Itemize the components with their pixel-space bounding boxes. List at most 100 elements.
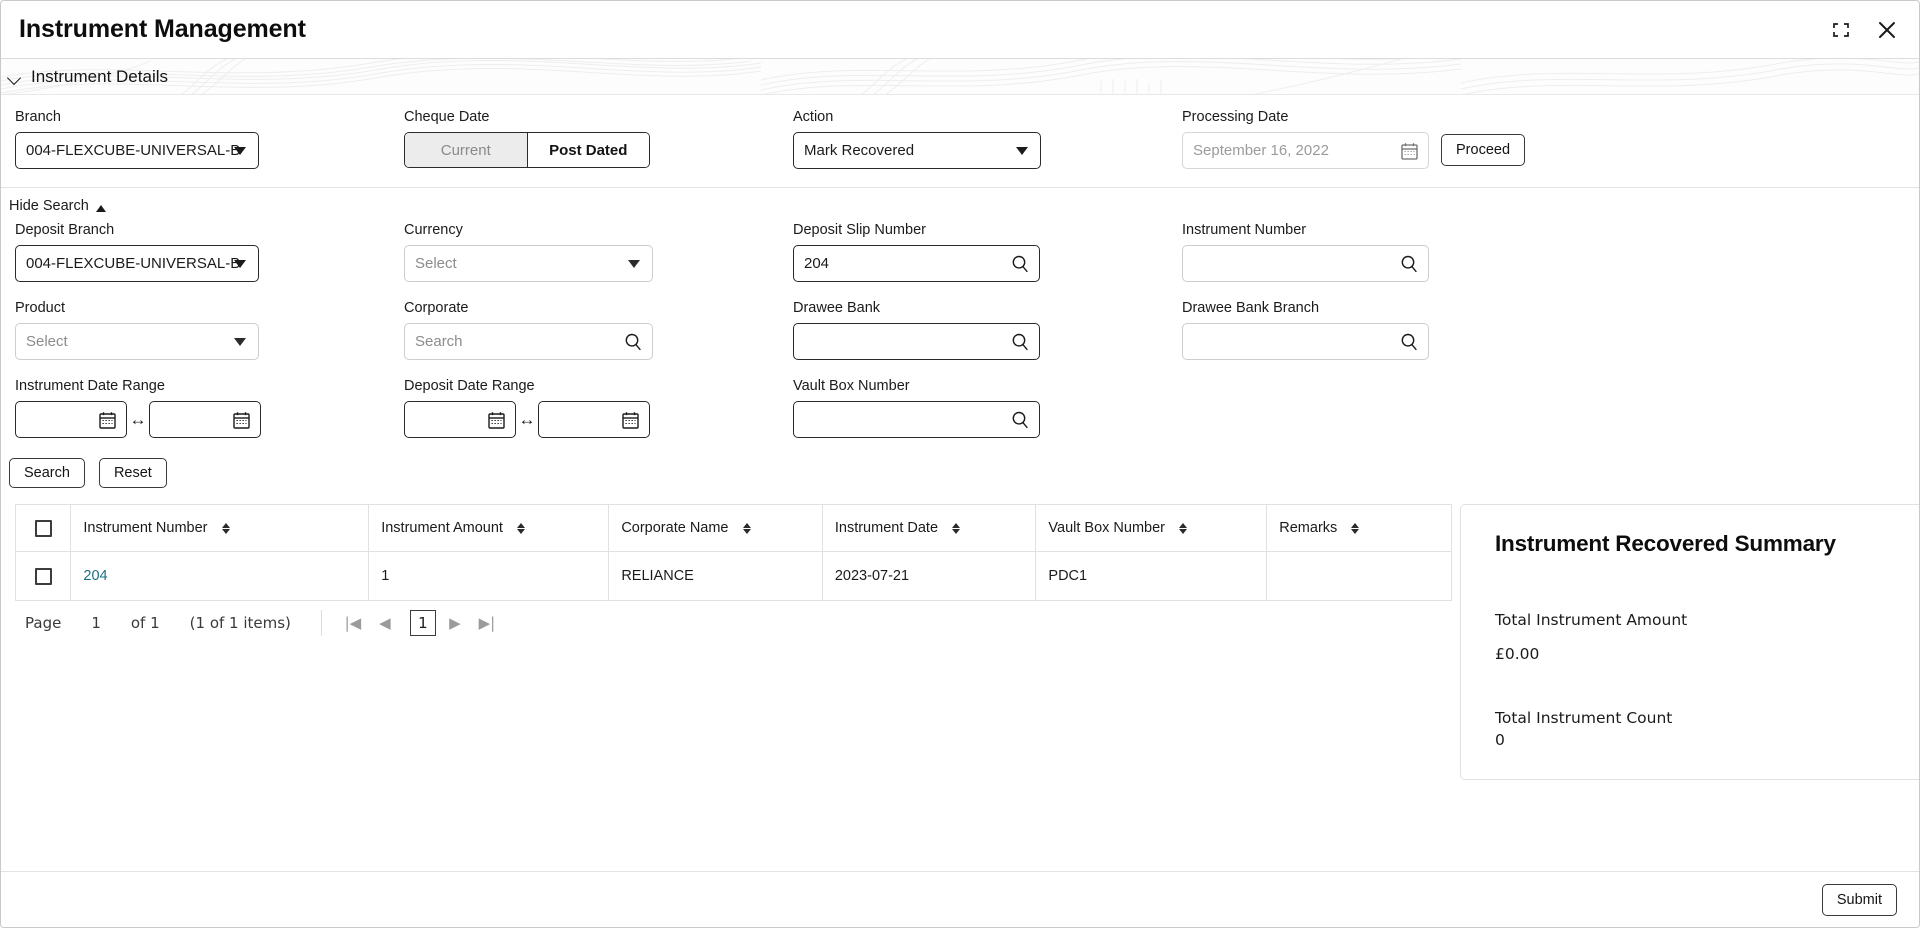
product-value: Select bbox=[26, 333, 68, 350]
column-header-instrument-date[interactable]: Instrument Date bbox=[821, 504, 1037, 552]
results-area: Instrument Number Instrument Amount Corp… bbox=[1, 504, 1919, 780]
sort-icon[interactable] bbox=[1351, 522, 1360, 534]
column-header-vault-box-number[interactable]: Vault Box Number bbox=[1035, 504, 1268, 552]
instrument-date-range-controls: ↔ bbox=[15, 401, 396, 438]
range-separator-icon: ↔ bbox=[518, 410, 536, 429]
currency-select[interactable]: Select bbox=[404, 245, 653, 282]
deposit-slip-number-value: 204 bbox=[804, 255, 830, 272]
cheque-date-label: Cheque Date bbox=[404, 109, 490, 125]
search-icon[interactable] bbox=[1010, 410, 1030, 430]
column-label: Corporate Name bbox=[621, 520, 729, 536]
search-icon[interactable] bbox=[1010, 254, 1030, 274]
product-select[interactable]: Select bbox=[15, 323, 259, 360]
first-page-button[interactable]: |◀ bbox=[340, 610, 366, 636]
cheque-date-option-current[interactable]: Current bbox=[405, 133, 528, 167]
column-label: Remarks bbox=[1279, 520, 1338, 536]
calendar-icon[interactable] bbox=[1400, 141, 1419, 160]
processing-date-value: September 16, 2022 bbox=[1193, 142, 1329, 159]
cell-instrument-amount: 1 bbox=[368, 551, 610, 601]
close-icon[interactable] bbox=[1875, 18, 1899, 42]
instrument-management-window: Instrument Management Instrument Details… bbox=[0, 0, 1920, 928]
window-titlebar: Instrument Management bbox=[1, 1, 1919, 59]
collapse-icon[interactable] bbox=[1829, 18, 1853, 42]
column-header-remarks[interactable]: Remarks bbox=[1266, 504, 1452, 552]
vault-box-number-input[interactable] bbox=[793, 401, 1040, 438]
search-row-2: Product Select Corporate Search Drawee B… bbox=[15, 300, 1905, 360]
proceed-button[interactable]: Proceed bbox=[1441, 134, 1526, 166]
cell-vault-box-number: PDC1 bbox=[1035, 551, 1268, 601]
instrument-details-section-header[interactable]: Instrument Details bbox=[1, 59, 1919, 95]
drawee-bank-branch-label: Drawee Bank Branch bbox=[1182, 300, 1320, 316]
search-row-1: Deposit Branch 004-FLEXCUBE-UNIVERSAL-B … bbox=[15, 222, 1905, 282]
action-value: Mark Recovered bbox=[804, 142, 915, 159]
deposit-date-to-input[interactable] bbox=[538, 401, 650, 438]
hide-search-toggle[interactable]: Hide Search bbox=[1, 188, 106, 220]
next-page-button[interactable]: ▶ bbox=[442, 610, 468, 636]
sort-icon[interactable] bbox=[1179, 522, 1187, 534]
search-icon[interactable] bbox=[1399, 254, 1419, 274]
sort-icon[interactable] bbox=[952, 522, 961, 534]
summary-total-count-block: Total Instrument Count 0 bbox=[1495, 709, 1895, 749]
column-label: Instrument Date bbox=[834, 520, 939, 536]
instruments-table: Instrument Number Instrument Amount Corp… bbox=[14, 504, 1452, 601]
instrument-date-from-input[interactable] bbox=[15, 401, 127, 438]
search-icon[interactable] bbox=[623, 332, 643, 352]
drawee-bank-branch-input[interactable] bbox=[1182, 323, 1429, 360]
column-header-corporate-name[interactable]: Corporate Name bbox=[608, 504, 823, 552]
window-footer: Submit bbox=[1, 871, 1919, 927]
column-header-instrument-number[interactable]: Instrument Number bbox=[70, 504, 370, 552]
calendar-icon[interactable] bbox=[487, 410, 506, 429]
deposit-date-from-input[interactable] bbox=[404, 401, 516, 438]
calendar-icon[interactable] bbox=[98, 410, 117, 429]
instrument-recovered-summary-card: Instrument Recovered Summary Total Instr… bbox=[1460, 504, 1919, 780]
deposit-slip-number-label: Deposit Slip Number bbox=[793, 222, 926, 238]
sort-icon[interactable] bbox=[221, 522, 230, 534]
calendar-icon[interactable] bbox=[621, 410, 640, 429]
branch-select[interactable]: 004-FLEXCUBE-UNIVERSAL-B bbox=[15, 132, 259, 169]
table-header-row: Instrument Number Instrument Amount Corp… bbox=[14, 504, 1452, 552]
cell-remarks bbox=[1266, 551, 1452, 601]
instrument-number-link[interactable]: 204 bbox=[83, 568, 107, 584]
action-select[interactable]: Mark Recovered bbox=[793, 132, 1041, 169]
instruments-table-wrapper: Instrument Number Instrument Amount Corp… bbox=[14, 504, 1452, 645]
instrument-number-label: Instrument Number bbox=[1182, 222, 1307, 238]
calendar-icon[interactable] bbox=[232, 410, 251, 429]
search-form: Deposit Branch 004-FLEXCUBE-UNIVERSAL-B … bbox=[1, 220, 1919, 438]
row-checkbox[interactable] bbox=[34, 567, 52, 585]
wave-pattern-background bbox=[1, 59, 1919, 94]
submit-button[interactable]: Submit bbox=[1821, 883, 1897, 916]
sort-icon[interactable] bbox=[742, 522, 751, 534]
search-icon[interactable] bbox=[1010, 332, 1030, 352]
page-title: Instrument Management bbox=[19, 15, 306, 43]
processing-date-field-group: Processing Date September 16, 2022 Proce… bbox=[1182, 109, 1571, 169]
select-all-checkbox[interactable] bbox=[34, 519, 52, 537]
page-number: 1 bbox=[91, 614, 101, 632]
items-count: (1 of 1 items) bbox=[189, 614, 291, 632]
processing-date-input[interactable]: September 16, 2022 bbox=[1182, 132, 1429, 169]
total-instrument-count-value: 0 bbox=[1495, 731, 1505, 749]
corporate-input[interactable]: Search bbox=[404, 323, 653, 360]
search-row-3: Instrument Date Range ↔ Deposit Date Ran… bbox=[15, 378, 1905, 438]
instrument-number-input[interactable] bbox=[1182, 245, 1429, 282]
table-row[interactable]: 204 1 RELIANCE 2023-07-21 PDC1 bbox=[14, 551, 1452, 601]
search-icon[interactable] bbox=[1399, 332, 1419, 352]
column-header-instrument-amount[interactable]: Instrument Amount bbox=[368, 504, 610, 552]
deposit-branch-select[interactable]: 004-FLEXCUBE-UNIVERSAL-B bbox=[15, 245, 259, 282]
branch-value: 004-FLEXCUBE-UNIVERSAL-B bbox=[26, 142, 241, 159]
search-button[interactable]: Search bbox=[9, 458, 85, 488]
reset-button[interactable]: Reset bbox=[98, 458, 167, 488]
sort-icon[interactable] bbox=[516, 522, 525, 534]
last-page-button[interactable]: ▶| bbox=[474, 610, 500, 636]
instrument-date-to-input[interactable] bbox=[149, 401, 261, 438]
cheque-date-option-post-dated[interactable]: Post Dated bbox=[527, 133, 649, 167]
prev-page-button[interactable]: ◀ bbox=[372, 610, 398, 636]
deposit-slip-number-input[interactable]: 204 bbox=[793, 245, 1040, 282]
drawee-bank-input[interactable] bbox=[793, 323, 1040, 360]
instrument-number-field-group: Instrument Number bbox=[1182, 222, 1571, 282]
deposit-branch-field-group: Deposit Branch 004-FLEXCUBE-UNIVERSAL-B bbox=[15, 222, 404, 282]
instrument-date-range-group: Instrument Date Range ↔ bbox=[15, 378, 404, 438]
current-page-button[interactable]: 1 bbox=[409, 610, 436, 636]
column-label: Vault Box Number bbox=[1048, 520, 1165, 536]
chevron-down-icon[interactable] bbox=[7, 69, 23, 85]
cheque-date-toggle[interactable]: Current Post Dated bbox=[404, 132, 650, 168]
